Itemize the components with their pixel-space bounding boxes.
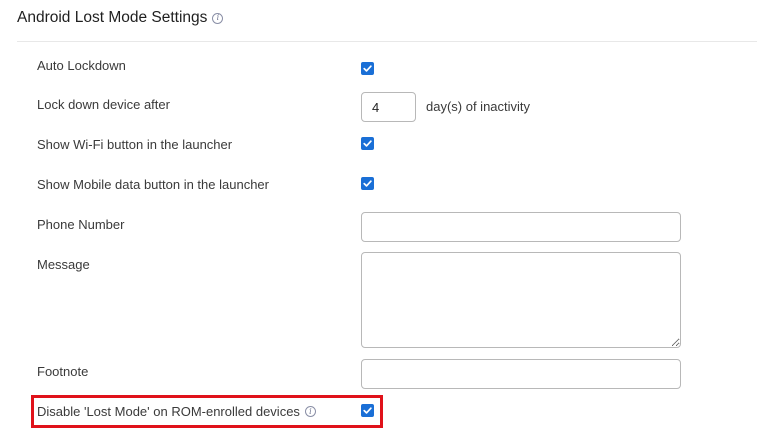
message-textarea[interactable] [361, 252, 681, 348]
footnote-label: Footnote [37, 364, 89, 379]
section-title: Android Lost Mode Settings i [17, 9, 224, 27]
info-icon[interactable]: i [304, 406, 316, 417]
disable-lost-mode-label: Disable 'Lost Mode' on ROM-enrolled devi… [37, 404, 316, 419]
checkmark-icon [363, 407, 372, 414]
info-icon[interactable]: i [212, 12, 224, 24]
phone-number-input[interactable] [361, 212, 681, 242]
auto-lockdown-checkbox[interactable] [361, 62, 374, 75]
checkmark-icon [363, 140, 372, 147]
checkmark-icon [363, 180, 372, 187]
message-label: Message [37, 257, 90, 272]
checkmark-icon [363, 65, 372, 72]
auto-lockdown-label: Auto Lockdown [37, 58, 126, 73]
section-title-text: Android Lost Mode Settings [17, 9, 208, 26]
show-wifi-label: Show Wi-Fi button in the launcher [37, 137, 233, 152]
divider [17, 41, 757, 42]
lock-down-after-label: Lock down device after [37, 97, 170, 112]
lock-down-days-suffix: day(s) of inactivity [426, 99, 531, 114]
show-mobile-data-label: Show Mobile data button in the launcher [37, 177, 269, 192]
phone-number-label: Phone Number [37, 217, 125, 232]
disable-lost-mode-checkbox[interactable] [361, 404, 374, 417]
lock-down-days-input[interactable] [361, 92, 416, 122]
disable-lost-mode-text: Disable 'Lost Mode' on ROM-enrolled devi… [37, 404, 300, 419]
show-mobile-data-checkbox[interactable] [361, 177, 374, 190]
footnote-input[interactable] [361, 359, 681, 389]
show-wifi-checkbox[interactable] [361, 137, 374, 150]
